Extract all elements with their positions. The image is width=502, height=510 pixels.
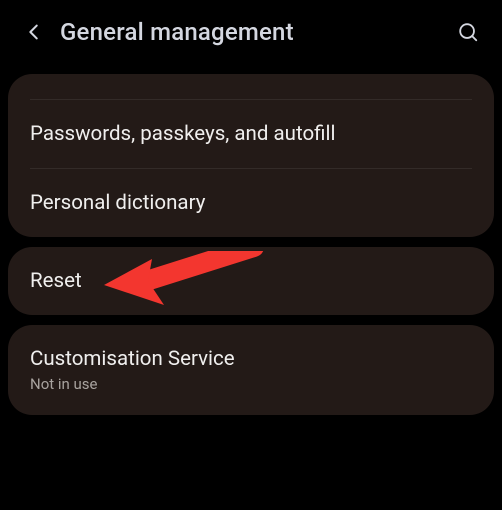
header: General management xyxy=(0,0,502,64)
search-icon xyxy=(457,21,479,43)
row-label: Reset xyxy=(30,269,82,293)
row-reset[interactable]: Reset xyxy=(8,247,494,315)
back-button[interactable] xyxy=(16,14,52,50)
settings-card-1: Passwords, passkeys, and autofill Person… xyxy=(8,74,494,237)
settings-card-2: Reset xyxy=(8,247,494,315)
row-label: Passwords, passkeys, and autofill xyxy=(30,122,336,146)
arrow-icon xyxy=(104,251,304,315)
annotation-arrow xyxy=(104,251,304,315)
row-label: Personal dictionary xyxy=(30,191,205,215)
row-customisation-service[interactable]: Customisation Service Not in use xyxy=(8,325,494,415)
card-top-divider xyxy=(30,74,472,100)
row-personal-dictionary[interactable]: Personal dictionary xyxy=(8,169,494,237)
row-passwords-passkeys-autofill[interactable]: Passwords, passkeys, and autofill xyxy=(8,100,494,168)
chevron-left-icon xyxy=(23,21,45,43)
search-button[interactable] xyxy=(450,14,486,50)
row-label: Customisation Service xyxy=(30,347,235,371)
row-sublabel: Not in use xyxy=(30,375,472,393)
page-title: General management xyxy=(52,18,450,46)
settings-card-3: Customisation Service Not in use xyxy=(8,325,494,415)
